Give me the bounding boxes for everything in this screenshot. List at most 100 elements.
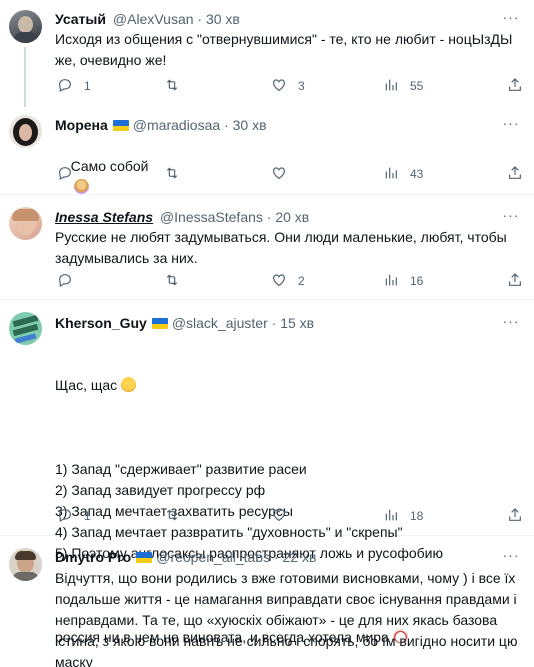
like-button[interactable] [271,164,287,184]
view-count: 43 [410,167,424,181]
share-button[interactable] [507,164,523,184]
tweet-header: Морена @maradiosaa · 30 хв [55,116,267,134]
reply-icon [59,167,71,181]
reply-button[interactable]: 1 [57,76,91,96]
tweet-text: Русские не любят задумываться. Они люди … [55,229,511,266]
tweet-text: Щас, щас [55,377,118,393]
share-icon [509,508,521,521]
tweet-slack-ajuster[interactable]: Kherson_Guy @slack_ajuster · 15 хв ··· Ща… [0,300,534,645]
share-button[interactable] [507,506,523,526]
avatar[interactable] [9,312,42,345]
tweet-text: Исходя из общения с "отвернувшимися" - т… [55,31,517,68]
views-button[interactable]: 16 [383,271,423,291]
like-button[interactable]: 2 [271,271,305,291]
more-options-icon[interactable]: ··· [502,116,520,136]
retweet-button[interactable] [164,271,180,291]
retweet-button[interactable] [164,76,180,96]
retweet-button[interactable] [164,164,180,184]
heart-icon [273,274,285,287]
share-icon [509,78,521,91]
views-button[interactable]: 18 [383,506,423,526]
tweet-actions: 2 16 [55,271,525,291]
view-count: 16 [410,274,424,288]
tweet-header: Усатый @AlexVusan · 30 хв [55,10,240,28]
reply-icon [59,274,71,288]
reply-count: 1 [84,509,91,523]
retweet-icon [166,167,178,179]
display-name[interactable]: Dmytro Pro [55,549,131,565]
reply-button[interactable] [57,271,73,291]
retweet-button[interactable] [164,506,180,526]
share-icon [509,166,521,179]
heart-icon [273,509,285,522]
heart-icon [273,167,285,180]
view-count: 55 [410,79,424,93]
tweet-alexvusan[interactable]: Усатый @AlexVusan · 30 хв ··· Исходя из … [0,0,534,107]
retweet-icon [166,509,178,521]
heart-icon [273,79,285,92]
reply-button[interactable]: 1 [57,506,91,526]
separator-dot: · [197,11,206,27]
share-button[interactable] [507,76,523,96]
like-button[interactable]: 3 [271,76,305,96]
share-button[interactable] [507,271,523,291]
avatar[interactable] [9,115,42,148]
like-button[interactable] [271,506,287,526]
like-count: 2 [298,274,305,288]
more-options-icon[interactable]: ··· [502,548,520,568]
tweet-maradiosaa[interactable]: Морена @maradiosaa · 30 хв ··· Само собой… [0,103,534,195]
tweet-text: Відчуття, що вони родились з вже готовим… [55,570,522,667]
tweet-header: Dmytro Pro @reopen_all_tabs · 22 хв [55,548,316,566]
reply-icon [59,79,71,93]
laughing-face-icon [121,377,137,392]
share-icon [509,273,521,286]
display-name[interactable]: Kherson_Guy [55,315,147,331]
user-handle[interactable]: @InessaStefans [160,209,263,225]
display-name[interactable]: Усатый [55,11,106,27]
avatar[interactable] [9,10,42,43]
avatar[interactable] [9,548,42,581]
more-options-icon[interactable]: ··· [502,314,520,334]
tweet-actions: 43 [55,164,525,184]
separator-dot: · [224,117,233,133]
tweet-actions: 1 3 55 [55,76,525,96]
tweet-header: Kherson_Guy @slack_ajuster · 15 хв [55,314,314,332]
user-handle[interactable]: @reopen_all_tabs [156,549,270,565]
retweet-icon [166,79,178,91]
tweet-inessastefans[interactable]: Inessa Stefans @InessaStefans · 20 хв ··… [0,195,534,300]
thread-line [24,47,26,107]
more-options-icon[interactable]: ··· [502,10,520,30]
separator-dot: · [271,315,281,331]
retweet-icon [166,274,178,286]
views-icon [385,79,397,91]
reply-count: 1 [84,79,91,93]
timestamp[interactable]: 30 хв [206,11,240,27]
user-handle[interactable]: @AlexVusan [113,11,194,27]
timestamp[interactable]: 22 хв [283,549,317,565]
view-count: 18 [410,509,424,523]
reply-button[interactable] [57,164,73,184]
reply-icon [59,509,71,523]
tweet-reopen-all-tabs[interactable]: Dmytro Pro @reopen_all_tabs · 22 хв ··· В… [0,536,534,667]
tweet-intro: Щас, щас [55,375,520,396]
ukraine-flag-icon [151,318,168,329]
views-button[interactable]: 43 [383,164,423,184]
tweet-header: Inessa Stefans @InessaStefans · 20 хв [55,208,309,226]
timestamp[interactable]: 20 хв [275,209,309,225]
timestamp[interactable]: 30 хв [233,117,267,133]
avatar[interactable] [9,207,42,240]
timestamp[interactable]: 15 хв [280,315,314,331]
ukraine-flag-icon [136,552,153,563]
display-name[interactable]: Морена [55,117,108,133]
user-handle[interactable]: @maradiosaa [133,117,220,133]
views-icon [385,167,397,179]
separator-dot: · [273,549,283,565]
display-name[interactable]: Inessa Stefans [55,209,153,225]
more-options-icon[interactable]: ··· [502,208,520,228]
tweet-actions: 1 18 [55,506,525,526]
views-icon [385,509,397,521]
user-handle[interactable]: @slack_ajuster [172,315,268,331]
ukraine-flag-icon [112,120,129,131]
views-icon [385,274,397,286]
views-button[interactable]: 55 [383,76,423,96]
